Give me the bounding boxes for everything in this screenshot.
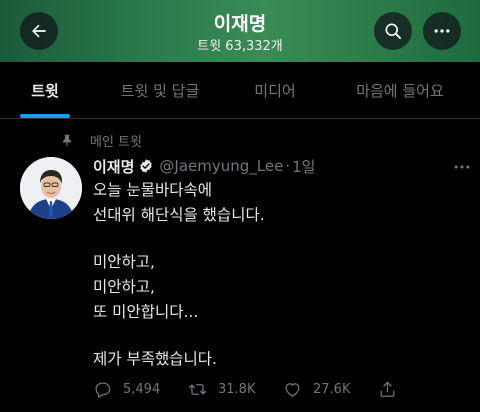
share-icon [380, 381, 395, 397]
tweet-line: 선대위 해단식을 했습니다. [93, 206, 265, 224]
tweet-more-icon[interactable] [452, 157, 472, 177]
tweet-line: 미안하고, [93, 278, 155, 296]
tweet-line [93, 325, 463, 347]
pin-icon [62, 134, 72, 146]
retweet-count: 31.8K [218, 381, 256, 397]
reply-button[interactable]: 5,494 [93, 377, 160, 401]
tab-tweets[interactable]: 트윗 [0, 62, 90, 118]
like-button[interactable]: 27.6K [283, 377, 350, 401]
tweet-actions: 5,494 31.8K 27.6K [93, 377, 413, 401]
verified-badge-icon [140, 159, 153, 173]
reply-count: 5,494 [123, 381, 161, 397]
pinned-label-text: 메인 트윗 [90, 134, 142, 150]
tab-tweets-and-replies[interactable]: 트윗 및 답글 [90, 62, 230, 118]
share-button[interactable] [378, 377, 408, 401]
more-icon [434, 29, 450, 33]
tweet-line: 또 미안합니다... [93, 303, 199, 321]
tweet-text: 오늘 눈물바다속에 선대위 해단식을 했습니다. 미안하고, 미안하고, 또 미… [93, 178, 463, 372]
search-button[interactable] [374, 12, 412, 50]
tweet-author-handle[interactable]: @Jaemyung_Lee [159, 157, 283, 175]
tweet-line: 제가 부족했습니다. [93, 350, 217, 368]
tweet-line: 오늘 눈물바다속에 [93, 181, 213, 199]
tweet-header: 이재명 @Jaemyung_Lee · 1일 [93, 155, 315, 177]
tab-likes[interactable]: 마음에 들어요 [320, 62, 480, 118]
tweet-line: 미안하고, [93, 253, 155, 271]
pinned-tweet-label: 메인 트윗 [60, 130, 142, 150]
reply-icon [95, 382, 111, 398]
like-icon [285, 382, 300, 397]
tweet-line [93, 228, 463, 250]
avatar-image [20, 157, 82, 219]
tabs-divider [0, 118, 480, 119]
tweet-author-name[interactable]: 이재명 [93, 156, 134, 177]
tweet-timestamp[interactable]: 1일 [292, 156, 315, 177]
profile-header: 이재명 트윗 63,332개 [0, 0, 480, 62]
avatar[interactable] [20, 157, 82, 219]
retweet-icon [188, 383, 207, 395]
tab-media[interactable]: 미디어 [230, 62, 320, 118]
search-icon [385, 23, 401, 39]
more-options-button[interactable] [423, 12, 461, 50]
profile-tabs: 트윗 트윗 및 답글 미디어 마음에 들어요 [0, 62, 480, 118]
like-count: 27.6K [313, 381, 351, 397]
separator-dot: · [285, 157, 291, 175]
retweet-button[interactable]: 31.8K [188, 377, 255, 401]
